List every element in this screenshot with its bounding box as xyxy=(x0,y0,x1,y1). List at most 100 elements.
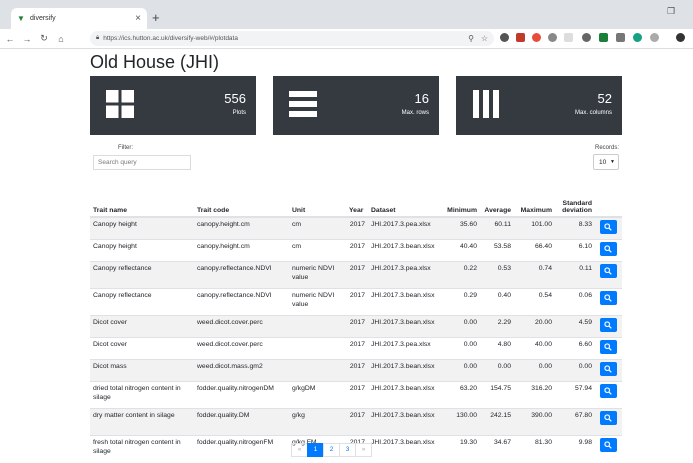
average-cell: 0.00 xyxy=(480,359,514,382)
average-cell: 60.11 xyxy=(480,216,514,240)
back-icon[interactable]: ← xyxy=(3,34,17,44)
unit-cell: g/kgDM xyxy=(289,381,346,409)
rows-count: 16 xyxy=(414,91,429,106)
search-input[interactable]: Search query xyxy=(93,155,191,170)
lock-icon[interactable]: 🔒︎ xyxy=(96,35,99,42)
home-icon[interactable]: ⌂ xyxy=(54,34,68,44)
view-details-button[interactable] xyxy=(600,291,617,305)
col-unit[interactable]: Unit xyxy=(289,192,346,218)
records-select[interactable]: 10 ▼ xyxy=(593,154,619,170)
dataset-cell: JHI.2017.3.pea.xlsx xyxy=(368,216,440,240)
url-text: https://ics.hutton.ac.uk/diversify-web/#… xyxy=(103,35,238,42)
page-button-3[interactable]: 3 xyxy=(339,443,356,457)
maximum-cell: 20.00 xyxy=(514,315,555,338)
close-tab-icon[interactable]: × xyxy=(135,13,141,24)
year-cell: 2017 xyxy=(346,359,368,382)
trait-name-cell: fresh total nitrogen content in silage xyxy=(90,435,194,463)
extension-icon[interactable] xyxy=(564,33,573,42)
search-icon xyxy=(604,414,612,422)
view-details-button[interactable] xyxy=(600,264,617,278)
trait-name-cell: dried total nitrogen content in silage xyxy=(90,381,194,409)
unit-cell xyxy=(289,359,346,382)
rows-card: 16 Max. rows xyxy=(273,76,439,135)
bookmark-star-icon[interactable]: ☆ xyxy=(481,34,488,43)
extension-icon[interactable] xyxy=(500,33,509,42)
extension-icon[interactable] xyxy=(532,33,541,42)
year-cell: 2017 xyxy=(346,239,368,262)
columns-label: Max. columns xyxy=(574,110,612,116)
maximum-cell: 66.40 xyxy=(514,239,555,262)
action-cell xyxy=(595,381,622,409)
col-trait-name[interactable]: Trait name xyxy=(90,192,194,218)
view-details-button[interactable] xyxy=(600,384,617,398)
prev-page-button[interactable]: « xyxy=(291,443,308,457)
records-label: Records: xyxy=(594,145,619,151)
page-button-1[interactable]: 1 xyxy=(307,443,324,457)
extension-icon[interactable] xyxy=(650,33,659,42)
rows-icon xyxy=(289,91,317,117)
window-restore-icon[interactable]: ❐ xyxy=(667,6,675,17)
plots-count: 556 xyxy=(224,91,246,106)
year-cell: 2017 xyxy=(346,315,368,338)
trait-code-cell: weed.dicot.mass.gm2 xyxy=(194,359,289,382)
extension-icon[interactable] xyxy=(582,33,591,42)
search-icon xyxy=(604,387,612,395)
plots-card: 556 Plots xyxy=(90,76,256,135)
view-details-button[interactable] xyxy=(600,340,617,354)
col-average[interactable]: Average xyxy=(480,192,514,218)
extension-icon[interactable] xyxy=(548,33,557,42)
extension-icon[interactable] xyxy=(599,33,608,42)
forward-icon[interactable]: → xyxy=(20,34,34,44)
unit-cell: numeric NDVI value xyxy=(289,261,346,289)
reload-icon[interactable]: ↻ xyxy=(37,33,51,44)
col-dataset[interactable]: Dataset xyxy=(368,192,440,218)
zoom-icon[interactable]: ⚲ xyxy=(468,34,474,43)
extension-icon[interactable] xyxy=(616,33,625,42)
browser-tab[interactable]: ▼ diversify × xyxy=(11,8,147,29)
average-cell: 242.15 xyxy=(480,408,514,436)
minimum-cell: 0.22 xyxy=(440,261,480,289)
trait-name-cell: Canopy height xyxy=(90,239,194,262)
view-details-button[interactable] xyxy=(600,411,617,425)
average-cell: 154.75 xyxy=(480,381,514,409)
average-cell: 4.80 xyxy=(480,337,514,360)
action-cell xyxy=(595,315,622,338)
col-year[interactable]: Year xyxy=(346,192,368,218)
extension-icon[interactable] xyxy=(516,33,525,42)
std-cell: 4.59 xyxy=(555,315,595,338)
table-row: Dicot mass weed.dicot.mass.gm2 2017 JHI.201… xyxy=(90,359,622,382)
view-details-button[interactable] xyxy=(600,242,617,256)
dataset-cell: JHI.2017.3.pea.xlsx xyxy=(368,261,440,289)
maximum-cell: 316.20 xyxy=(514,381,555,409)
col-maximum[interactable]: Maximum xyxy=(514,192,555,218)
unit-cell: cm xyxy=(289,216,346,240)
minimum-cell: 40.40 xyxy=(440,239,480,262)
std-cell: 67.80 xyxy=(555,408,595,436)
filter-row: Filter: Search query Records: 10 ▼ xyxy=(90,142,622,182)
trait-name-cell: Dicot mass xyxy=(90,359,194,382)
unit-cell xyxy=(289,337,346,360)
maximum-cell: 101.00 xyxy=(514,216,555,240)
maximum-cell: 40.00 xyxy=(514,337,555,360)
std-cell: 0.00 xyxy=(555,359,595,382)
col-minimum[interactable]: Minimum xyxy=(440,192,480,218)
col-standard-deviation[interactable]: Standard deviation xyxy=(555,192,595,218)
view-details-button[interactable] xyxy=(600,438,617,452)
next-page-button[interactable]: » xyxy=(355,443,372,457)
view-details-button[interactable] xyxy=(600,220,617,234)
trait-code-cell: canopy.height.cm xyxy=(194,216,289,240)
average-cell: 0.53 xyxy=(480,261,514,289)
col-trait-code[interactable]: Trait code xyxy=(194,192,289,218)
maximum-cell: 390.00 xyxy=(514,408,555,436)
page-button-2[interactable]: 2 xyxy=(323,443,340,457)
address-bar[interactable]: 🔒︎ https://ics.hutton.ac.uk/diversify-we… xyxy=(90,31,494,46)
view-details-button[interactable] xyxy=(600,362,617,376)
new-tab-button[interactable]: + xyxy=(152,10,160,25)
minimum-cell: 0.00 xyxy=(440,359,480,382)
profile-avatar[interactable] xyxy=(676,33,685,42)
view-details-button[interactable] xyxy=(600,318,617,332)
maximum-cell: 0.00 xyxy=(514,359,555,382)
rows-label: Max. rows xyxy=(401,110,429,116)
extension-icon[interactable] xyxy=(633,33,642,42)
unit-cell: cm xyxy=(289,239,346,262)
